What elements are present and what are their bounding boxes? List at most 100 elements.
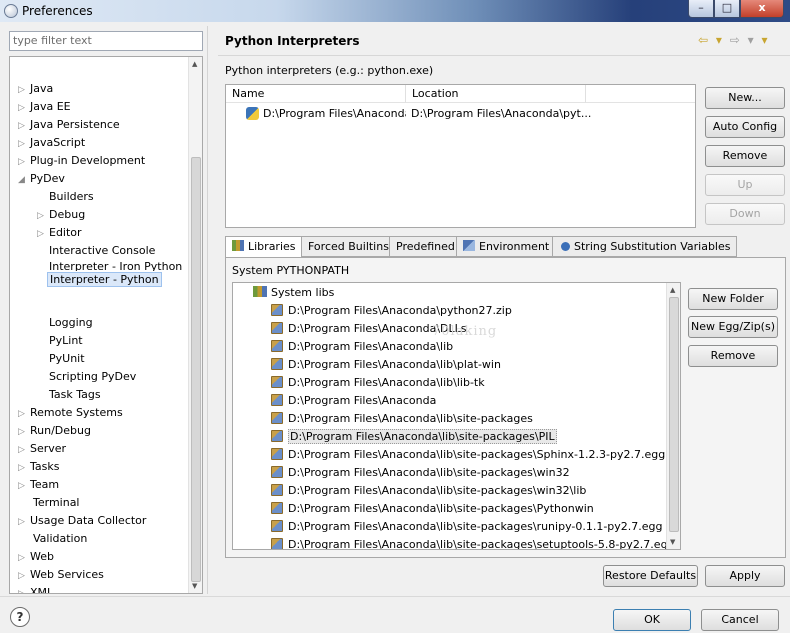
new-egg-zip-button[interactable]: New Egg/Zip(s) (688, 316, 778, 338)
expand-icon[interactable]: ▷ (18, 513, 30, 531)
back-arrow-icon[interactable]: ⇦ ▾ (698, 33, 724, 47)
expand-icon[interactable]: ▷ (18, 405, 30, 423)
tree-item-pyunit[interactable]: PyUnit (49, 350, 85, 368)
list-item[interactable]: D:\Program Files\Anaconda\lib\site-packa… (271, 410, 533, 428)
tab-environment[interactable]: Environment (456, 236, 557, 257)
tree-item-java-ee[interactable]: ▷ Java EE (18, 98, 71, 116)
tree-item-terminal[interactable]: Terminal (33, 494, 80, 512)
cancel-button[interactable]: Cancel (701, 609, 779, 631)
list-item[interactable]: D:\Program Files\Anaconda\lib (271, 338, 453, 356)
tree-item-usage-data-collector[interactable]: ▷ Usage Data Collector (18, 512, 146, 530)
list-item[interactable]: D:\Program Files\Anaconda\lib\site-packa… (271, 482, 586, 500)
list-item[interactable]: D:\Program Files\Anaconda\lib\site-packa… (271, 428, 557, 446)
tree-item-debug[interactable]: ▷ Debug (37, 206, 85, 224)
expand-icon[interactable]: ▷ (18, 153, 30, 171)
libs-scrollbar[interactable]: ▲ ▼ (666, 283, 680, 549)
list-item[interactable]: D:\Program Files\Anaconda\lib\site-packa… (271, 518, 663, 536)
scroll-down-icon[interactable]: ▼ (192, 582, 197, 590)
down-button[interactable]: Down (705, 203, 785, 225)
tab-forced-builtins[interactable]: Forced Builtins (301, 236, 396, 257)
tree-item-web-services[interactable]: ▷ Web Services (18, 566, 104, 584)
system-libs-root[interactable]: System libs (253, 284, 334, 302)
tree-item-logging[interactable]: Logging (49, 314, 93, 332)
tree-item-java[interactable]: ▷ Java (18, 80, 53, 98)
column-header-name[interactable]: Name (226, 85, 406, 103)
interpreters-table[interactable]: Name Location D:\Program Files\Anaconda … (225, 84, 696, 228)
expand-icon[interactable]: ▷ (18, 567, 30, 585)
tree-item-server[interactable]: ▷ Server (18, 440, 66, 458)
expand-icon[interactable]: ▷ (18, 441, 30, 459)
expand-icon[interactable]: ▷ (18, 549, 30, 567)
tree-item-team[interactable]: ▷ Team (18, 476, 59, 494)
tab-string-substitution[interactable]: String Substitution Variables (552, 236, 738, 257)
maximize-button[interactable]: □ (714, 0, 740, 18)
tree-item-javascript[interactable]: ▷ JavaScript (18, 134, 85, 152)
tree-item-tasks[interactable]: ▷ Tasks (18, 458, 59, 476)
column-header-location[interactable]: Location (406, 85, 586, 103)
tree-item-java-persistence[interactable]: ▷ Java Persistence (18, 116, 120, 134)
tree-item-interactive-console[interactable]: Interactive Console (49, 242, 155, 260)
list-item[interactable]: D:\Program Files\Anaconda\lib\site-packa… (271, 446, 665, 464)
forward-arrow-icon[interactable]: ⇨ ▾ (730, 33, 756, 47)
list-item[interactable]: D:\Program Files\Anaconda\lib\plat-win (271, 356, 501, 374)
auto-config-button[interactable]: Auto Config (705, 116, 785, 138)
list-item[interactable]: D:\Program Files\Anaconda\lib\lib-tk (271, 374, 485, 392)
list-item[interactable]: D:\Program Files\Anaconda\lib\site-packa… (271, 500, 594, 518)
expand-icon[interactable]: ▷ (18, 585, 30, 593)
tree-item-task-tags[interactable]: Task Tags (49, 386, 101, 404)
expand-icon[interactable]: ▷ (18, 99, 30, 117)
expand-icon[interactable]: ▷ (18, 135, 30, 153)
apply-button[interactable]: Apply (705, 565, 785, 587)
tree-item-scripting-pydev[interactable]: Scripting PyDev (49, 368, 136, 386)
scroll-up-icon[interactable]: ▲ (670, 286, 675, 294)
list-item[interactable]: D:\Program Files\Anaconda\python27.zip (271, 302, 512, 320)
tree-scroll-thumb[interactable] (191, 157, 201, 582)
tab-predefined[interactable]: Predefined (389, 236, 462, 257)
preferences-tree[interactable]: ▷ Java ▷ Java EE ▷ Java Persistence ▷ JavaSc… (9, 56, 203, 594)
list-item[interactable]: D:\Program Files\Anaconda\DLLs (271, 320, 467, 338)
tree-item-builders[interactable]: Builders (49, 188, 94, 206)
panel-divider[interactable] (207, 26, 208, 594)
scroll-up-icon[interactable]: ▲ (192, 60, 197, 68)
up-button[interactable]: Up (705, 174, 785, 196)
tree-item-validation[interactable]: Validation (33, 530, 87, 548)
list-item[interactable]: D:\Program Files\Anaconda\lib\site-packa… (271, 464, 570, 482)
expand-icon[interactable]: ▷ (37, 207, 49, 225)
expand-icon[interactable]: ▷ (18, 81, 30, 99)
list-item[interactable]: D:\Program Files\Anaconda\lib\site-packa… (271, 536, 675, 549)
tree-item-pylint[interactable]: PyLint (49, 332, 83, 350)
system-libs-tree[interactable]: System libs D:\Program Files\Anaconda\py… (232, 282, 681, 550)
libs-scroll-thumb[interactable] (669, 297, 679, 532)
tree-item-web[interactable]: ▷ Web (18, 548, 54, 566)
tree-item-pydev[interactable]: ◢ PyDev (18, 170, 65, 188)
tree-item-run-debug[interactable]: ▷ Run/Debug (18, 422, 91, 440)
remove-interpreter-button[interactable]: Remove (705, 145, 785, 167)
tree-item-interpreter-iron-python[interactable]: Interpreter - Iron Python (49, 259, 182, 271)
tree-item-interpreter-python[interactable]: Interpreter - Python (47, 271, 162, 289)
expand-icon[interactable]: ▷ (18, 459, 30, 477)
tree-item-xml[interactable]: ▷ XML (18, 584, 53, 593)
close-button[interactable]: x (740, 0, 784, 18)
remove-library-button[interactable]: Remove (688, 345, 778, 367)
help-icon[interactable]: ? (10, 607, 30, 627)
scroll-down-icon[interactable]: ▼ (670, 538, 675, 546)
restore-defaults-button[interactable]: Restore Defaults (603, 565, 698, 587)
new-interpreter-button[interactable]: New... (705, 87, 785, 109)
tree-scrollbar[interactable]: ▲ ▼ (188, 57, 202, 593)
tree-item-editor[interactable]: ▷ Editor (37, 224, 82, 242)
view-menu-icon[interactable]: ▾ (761, 33, 769, 47)
tree-item-remote-systems[interactable]: ▷ Remote Systems (18, 404, 123, 422)
minimize-button[interactable]: – (688, 0, 714, 18)
expand-icon[interactable]: ▷ (37, 225, 49, 243)
ok-button[interactable]: OK (613, 609, 691, 631)
list-item[interactable]: D:\Program Files\Anaconda (271, 392, 436, 410)
tab-libraries[interactable]: Libraries (225, 236, 303, 258)
table-row[interactable]: D:\Program Files\Anaconda D:\Program Fil… (226, 105, 695, 123)
tree-item-plugin-development[interactable]: ▷ Plug-in Development (18, 152, 145, 170)
new-folder-button[interactable]: New Folder (688, 288, 778, 310)
expand-icon[interactable]: ▷ (18, 117, 30, 135)
collapse-icon[interactable]: ◢ (18, 171, 30, 189)
filter-input[interactable]: type filter text (9, 31, 203, 51)
expand-icon[interactable]: ▷ (18, 423, 30, 441)
expand-icon[interactable]: ▷ (18, 477, 30, 495)
